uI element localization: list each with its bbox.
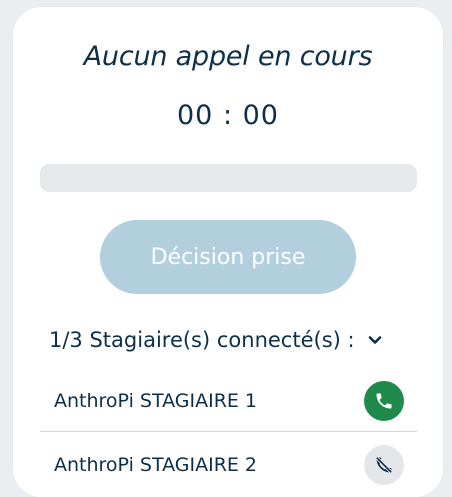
call-progress-bar [40,164,417,192]
trainees-toggle[interactable]: 1/3 Stagiaire(s) connecté(s) : [49,325,419,355]
decision-button[interactable]: Décision prise [100,220,356,294]
trainee-name: AnthroPi STAGIAIRE 2 [54,454,258,476]
chevron-down-icon [367,332,383,348]
trainee-row: AnthroPi STAGIAIRE 2 [40,434,417,496]
call-timer: 00 : 00 [177,100,279,131]
call-trainee-button[interactable] [364,445,404,485]
call-panel: Aucun appel en cours 00 : 00 Décision pr… [13,7,443,497]
phone-icon [374,391,394,411]
trainee-row: AnthroPi STAGIAIRE 1 [40,370,417,432]
call-status-title: Aucun appel en cours [83,41,373,72]
trainees-header-label: 1/3 Stagiaire(s) connecté(s) : [49,328,355,352]
phone-off-icon [374,455,394,475]
call-trainee-button[interactable] [364,380,404,421]
trainee-name: AnthroPi STAGIAIRE 1 [54,389,258,412]
